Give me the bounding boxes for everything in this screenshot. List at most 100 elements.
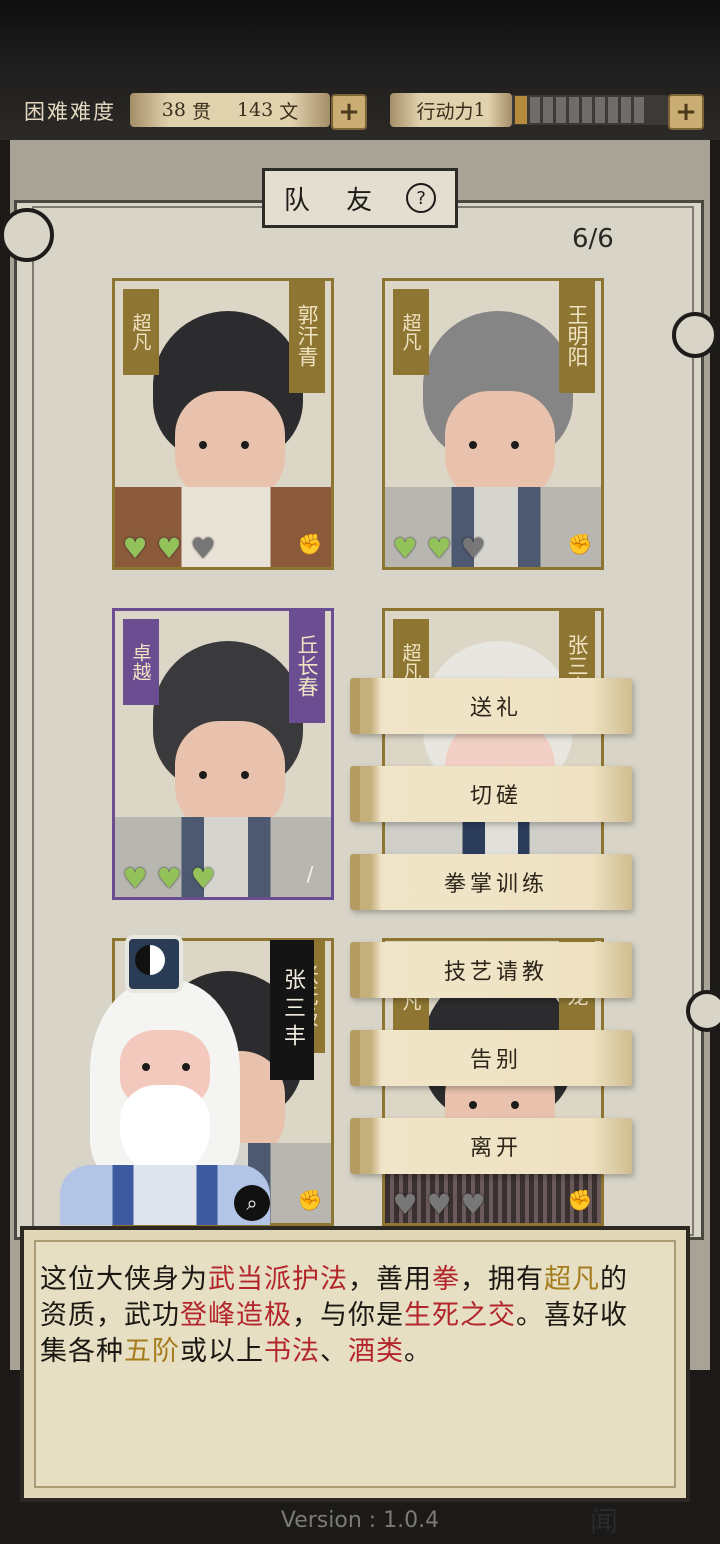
teammate-card-2[interactable]: 超凡 王明阳 ♥ ♥ ♥ ✊	[382, 278, 604, 570]
affection-hearts: ♥ ♥ ♥	[389, 1191, 489, 1219]
heart-full-icon: ♥	[122, 862, 148, 895]
skill-consult-button[interactable]: 技艺请教	[350, 942, 632, 998]
portrait-face	[175, 721, 285, 831]
scroll-curl-left-icon	[0, 208, 54, 262]
description-segment: ，与你是	[292, 1300, 404, 1331]
action-segment	[569, 97, 579, 123]
quality-tag: 超凡	[123, 289, 159, 375]
action-segment	[634, 97, 644, 123]
plus-icon: +	[338, 97, 360, 127]
add-money-button[interactable]: +	[331, 94, 367, 130]
description-segment: 武当派护法	[208, 1264, 348, 1295]
name-tag: 郭汗青	[289, 281, 325, 393]
action-segment	[595, 97, 605, 123]
action-segment	[582, 97, 592, 123]
description-segment: 拳	[432, 1264, 460, 1295]
portrait-face	[445, 391, 555, 501]
leave-button[interactable]: 离开	[350, 1118, 632, 1174]
fist-icon: ✊	[567, 1188, 593, 1212]
action-segment	[556, 97, 566, 123]
fist-training-button[interactable]: 拳掌训练	[350, 854, 632, 910]
action-value: 1	[473, 99, 486, 121]
heart-full-icon: ♥	[156, 862, 182, 895]
top-bar: 困难难度 38 贯 143 文 + 行动力 1 +	[0, 0, 720, 140]
heart-full-icon: ♥	[426, 532, 452, 565]
scroll-curl-right-icon	[686, 990, 720, 1032]
money-wen-unit: 文	[279, 100, 299, 123]
action-points-display: 行动力 1	[390, 93, 512, 127]
fist-icon: ✊	[297, 532, 323, 556]
quality-tag: 超凡	[393, 289, 429, 375]
affection-hearts: ♥ ♥ ♥	[119, 535, 219, 563]
description-segment: 酒类	[348, 1336, 404, 1367]
portrait-beard	[120, 1085, 210, 1175]
money-guan-unit: 贯	[191, 100, 211, 123]
panel-title: 队 友 ?	[262, 168, 458, 228]
teammate-card-1[interactable]: 超凡 郭汗青 ♥ ♥ ♥ ✊	[112, 278, 334, 570]
add-action-button[interactable]: +	[668, 94, 704, 130]
portrait-eye	[511, 1101, 519, 1109]
action-points-bar	[512, 95, 668, 125]
difficulty-label: 困难难度	[24, 100, 116, 124]
plus-icon: +	[675, 97, 697, 127]
teammate-card-3[interactable]: 卓越 丘长春 ♥ ♥ ♥ /	[112, 608, 334, 900]
description-text: 这位大侠身为武当派护法，善用拳，拥有超凡的资质，武功登峰造极，与你是生死之交。喜…	[40, 1262, 650, 1370]
heart-full-icon: ♥	[156, 532, 182, 565]
panel-title-text: 队 友	[283, 185, 387, 216]
help-icon[interactable]: ?	[406, 183, 437, 213]
portrait-eye	[469, 441, 477, 449]
description-segment: 登峰造极	[180, 1300, 292, 1331]
spar-button[interactable]: 切磋	[350, 766, 632, 822]
description-segment: 生死之交	[404, 1300, 516, 1331]
heart-empty-icon: ♥	[392, 1188, 418, 1221]
sword-icon: /	[306, 862, 314, 886]
fist-icon: ✊	[567, 532, 593, 556]
money-display: 38 贯 143 文	[130, 93, 330, 127]
magnify-icon[interactable]: ⌕	[234, 1185, 270, 1221]
gift-button[interactable]: 送礼	[350, 678, 632, 734]
team-count: 6/6	[572, 224, 614, 254]
action-fill	[515, 96, 527, 124]
heart-full-icon: ♥	[392, 532, 418, 565]
affection-hearts: ♥ ♥ ♥	[389, 535, 489, 563]
description-segment: ，善用	[348, 1264, 432, 1295]
description-segment: 这位大侠身为	[40, 1264, 208, 1295]
farewell-button[interactable]: 告别	[350, 1030, 632, 1086]
name-tag: 王明阳	[559, 281, 595, 393]
scroll-curl-right-icon	[672, 312, 718, 358]
portrait-eye	[241, 771, 249, 779]
money-guan-value: 38	[161, 99, 186, 121]
action-segment	[608, 97, 618, 123]
action-segment	[530, 97, 540, 123]
heart-full-icon: ♥	[190, 862, 216, 895]
action-segment	[621, 97, 631, 123]
heart-empty-icon: ♥	[460, 532, 486, 565]
portrait-face	[175, 391, 285, 501]
action-label: 行动力	[416, 100, 474, 123]
portrait-eye	[511, 441, 519, 449]
portrait-eye	[469, 1101, 477, 1109]
description-segment: ，拥有	[460, 1264, 544, 1295]
heart-empty-icon: ♥	[426, 1188, 452, 1221]
description-segment: 超凡	[544, 1264, 600, 1295]
portrait-eye	[142, 1063, 150, 1071]
action-segment	[543, 97, 553, 123]
name-tag: 丘长春	[289, 611, 325, 723]
affection-hearts: ♥ ♥ ♥	[119, 865, 219, 893]
description-segment: 或以上	[180, 1336, 264, 1367]
yin-yang-icon	[135, 945, 165, 975]
portrait-eye	[199, 441, 207, 449]
corner-glyph: 闻	[590, 1505, 619, 1538]
description-segment: 。	[404, 1336, 432, 1367]
heart-full-icon: ♥	[122, 532, 148, 565]
heart-empty-icon: ♥	[460, 1188, 486, 1221]
fist-icon: ✊	[297, 1188, 323, 1212]
selected-character-name: 张三丰	[270, 940, 314, 1080]
portrait-eye	[182, 1063, 190, 1071]
selected-character-portrait	[60, 935, 270, 1225]
description-segment: 书法	[264, 1336, 320, 1367]
portrait-eye	[241, 441, 249, 449]
quality-tag: 卓越	[123, 619, 159, 705]
portrait-eye	[199, 771, 207, 779]
description-segment: 五阶	[124, 1336, 180, 1367]
